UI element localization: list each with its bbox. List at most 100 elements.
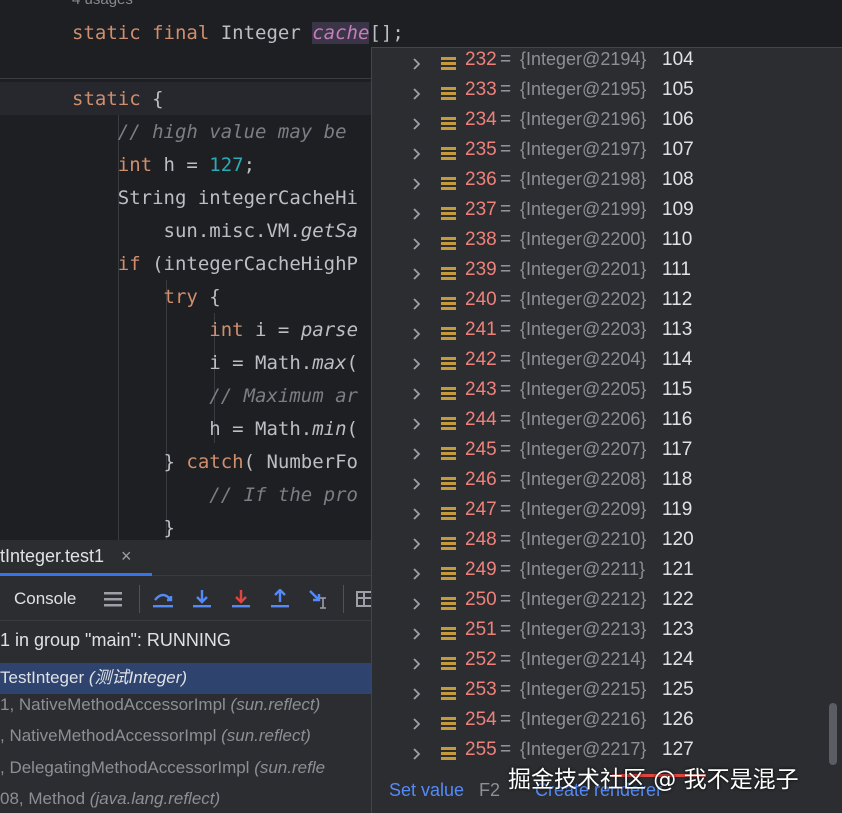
variable-inspector-popup[interactable]: 232 = {Integer@2194} 104 233 = {Integer@2195} 1…	[371, 47, 842, 813]
element-value: 118	[662, 469, 693, 490]
chevron-right-icon[interactable]	[410, 439, 424, 469]
step-over-icon[interactable]	[150, 586, 176, 612]
element-type: {Integer@2201}	[520, 259, 647, 279]
step-into-icon[interactable]	[189, 586, 215, 612]
array-element-row[interactable]: 235 = {Integer@2197} 107	[372, 139, 832, 169]
code-token: if	[117, 253, 153, 275]
code-line[interactable]: } catch( NumberFo	[72, 446, 358, 479]
element-type: {Integer@2197}	[520, 139, 647, 159]
debug-session-tab[interactable]: tInteger.test1	[0, 546, 104, 567]
array-element-row[interactable]: 233 = {Integer@2195} 105	[372, 79, 832, 109]
array-element-icon	[441, 357, 456, 371]
array-element-icon	[441, 117, 456, 131]
chevron-right-icon[interactable]	[410, 379, 424, 409]
active-tab-indicator	[0, 573, 152, 576]
element-type: {Integer@2203}	[520, 319, 647, 339]
array-element-icon	[441, 207, 456, 221]
array-element-row[interactable]: 244 = {Integer@2206} 116	[372, 409, 832, 439]
chevron-right-icon[interactable]	[410, 529, 424, 559]
array-element-row[interactable]: 237 = {Integer@2199} 109	[372, 199, 832, 229]
chevron-right-icon[interactable]	[410, 559, 424, 589]
code-line[interactable]: }	[72, 512, 175, 540]
element-type: {Integer@2204}	[520, 349, 647, 369]
array-element-row[interactable]: 252 = {Integer@2214} 124	[372, 649, 832, 679]
array-element-row[interactable]: 245 = {Integer@2207} 117	[372, 439, 832, 469]
chevron-right-icon[interactable]	[410, 259, 424, 289]
code-line[interactable]: i = Math.max(	[72, 347, 358, 380]
chevron-right-icon[interactable]	[410, 589, 424, 619]
code-line[interactable]: // If the pro	[72, 479, 358, 512]
code-line[interactable]: sun.misc.VM.getSa	[72, 215, 358, 248]
tab-console[interactable]: Console	[14, 589, 76, 609]
array-element-row[interactable]: 247 = {Integer@2209} 119	[372, 499, 832, 529]
chevron-right-icon[interactable]	[410, 229, 424, 259]
code-line[interactable]: // Maximum ar	[72, 380, 358, 413]
array-element-row[interactable]: 246 = {Integer@2208} 118	[372, 469, 832, 499]
code-token: h = Math.	[72, 418, 313, 440]
chevron-right-icon[interactable]	[410, 409, 424, 439]
element-type: {Integer@2205}	[520, 379, 647, 399]
code-line[interactable]: h = Math.min(	[72, 413, 358, 446]
code-line[interactable]: String integerCacheHi	[72, 182, 358, 215]
code-token: // If the pro	[72, 484, 358, 506]
element-type: {Integer@2195}	[520, 79, 647, 99]
array-element-row[interactable]: 236 = {Integer@2198} 108	[372, 169, 832, 199]
chevron-right-icon[interactable]	[410, 679, 424, 709]
code-line[interactable]: // high value may be	[72, 116, 347, 149]
array-element-row[interactable]: 232 = {Integer@2194} 104	[372, 49, 832, 79]
popup-scrollbar[interactable]	[829, 703, 837, 765]
chevron-right-icon[interactable]	[410, 139, 424, 169]
element-index: 239	[465, 259, 497, 280]
chevron-right-icon[interactable]	[410, 709, 424, 739]
list-icon[interactable]	[100, 586, 126, 612]
array-element-row[interactable]: 253 = {Integer@2215} 125	[372, 679, 832, 709]
array-element-row[interactable]: 239 = {Integer@2201} 111	[372, 259, 832, 289]
chevron-right-icon[interactable]	[410, 79, 424, 109]
chevron-right-icon[interactable]	[410, 619, 424, 649]
array-element-row[interactable]: 234 = {Integer@2196} 106	[372, 109, 832, 139]
element-type: {Integer@2214}	[520, 649, 647, 669]
chevron-right-icon[interactable]	[410, 649, 424, 679]
array-element-row[interactable]: 241 = {Integer@2203} 113	[372, 319, 832, 349]
code-line[interactable]: int i = parse	[72, 314, 358, 347]
chevron-right-icon[interactable]	[410, 349, 424, 379]
chevron-right-icon[interactable]	[410, 169, 424, 199]
array-element-row[interactable]: 242 = {Integer@2204} 114	[372, 349, 832, 379]
code-line[interactable]: if (integerCacheHighP	[72, 248, 358, 281]
chevron-right-icon[interactable]	[410, 469, 424, 499]
code-line[interactable]: int h = 127;	[72, 149, 255, 182]
code-line[interactable]: static final Integer cache[];	[72, 17, 404, 50]
frame-package: (java.lang.reflect)	[89, 789, 221, 808]
array-element-row[interactable]: 254 = {Integer@2216} 126	[372, 709, 832, 739]
close-icon[interactable]: ×	[121, 546, 132, 567]
chevron-right-icon[interactable]	[410, 199, 424, 229]
array-element-row[interactable]: 251 = {Integer@2213} 123	[372, 619, 832, 649]
array-element-icon	[441, 537, 456, 551]
array-element-row[interactable]: 249 = {Integer@2211} 121	[372, 559, 832, 589]
element-index: 236	[465, 169, 497, 190]
array-element-row[interactable]: 240 = {Integer@2202} 112	[372, 289, 832, 319]
chevron-right-icon[interactable]	[410, 319, 424, 349]
chevron-right-icon[interactable]	[410, 499, 424, 529]
chevron-right-icon[interactable]	[410, 49, 424, 79]
step-out-icon[interactable]	[267, 586, 293, 612]
usages-hint[interactable]: 4 usages	[72, 0, 133, 8]
code-line[interactable]: static {	[72, 83, 164, 116]
chevron-right-icon[interactable]	[410, 289, 424, 319]
force-step-into-icon[interactable]	[228, 586, 254, 612]
array-element-row[interactable]: 248 = {Integer@2210} 120	[372, 529, 832, 559]
code-line[interactable]: try {	[72, 281, 221, 314]
element-index: 248	[465, 529, 497, 550]
chevron-right-icon[interactable]	[410, 109, 424, 139]
array-element-row[interactable]: 243 = {Integer@2205} 115	[372, 379, 832, 409]
element-index: 253	[465, 679, 497, 700]
set-value-link[interactable]: Set value	[389, 780, 464, 801]
chevron-right-icon[interactable]	[410, 739, 424, 769]
thread-status[interactable]: 1 in group "main": RUNNING	[0, 630, 231, 651]
array-element-row[interactable]: 250 = {Integer@2212} 122	[372, 589, 832, 619]
run-to-cursor-icon[interactable]	[306, 586, 332, 612]
element-index: 252	[465, 649, 497, 670]
array-element-row[interactable]: 238 = {Integer@2200} 110	[372, 229, 832, 259]
element-equals: =	[500, 289, 512, 310]
element-index: 251	[465, 619, 497, 640]
